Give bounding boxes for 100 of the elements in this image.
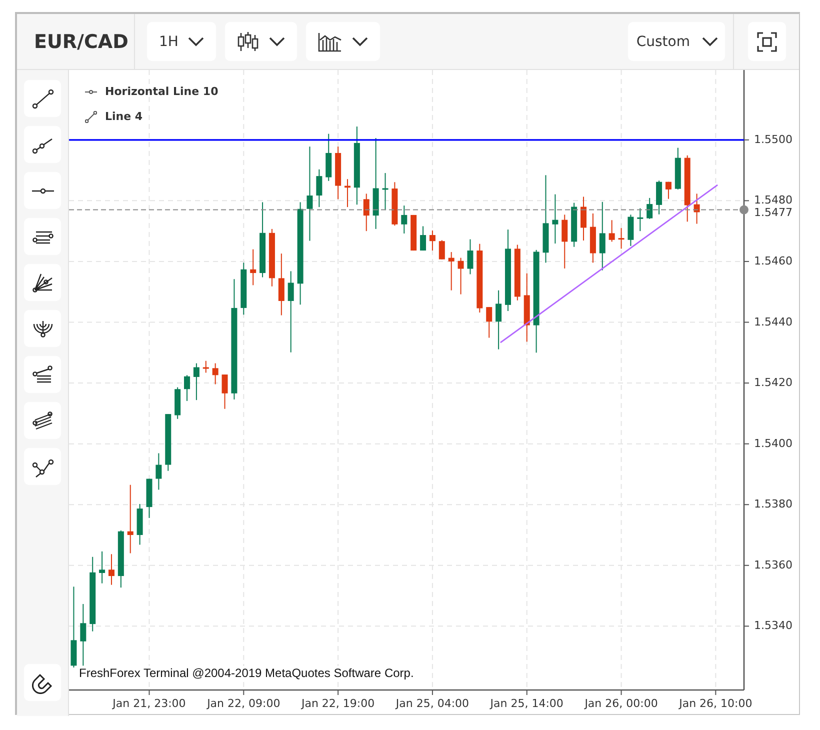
x-tick-label: Jan 26, 10:00: [679, 697, 752, 710]
bearish-candle: [108, 554, 114, 586]
bearish-candle: [127, 484, 134, 554]
fullscreen-button[interactable]: [748, 22, 786, 61]
bullish-candle: [184, 374, 190, 402]
y-tick-label: 1.5360: [754, 558, 792, 572]
y-tick-label: 1.5340: [754, 619, 792, 632]
x-tick-label: Jan 22, 09:00: [207, 697, 280, 710]
y-tick-label: 1.5440: [754, 315, 792, 328]
bullish-candle: [382, 172, 388, 211]
bearish-candle: [486, 306, 492, 338]
bearish-candle: [694, 193, 700, 224]
bearish-candle: [344, 178, 350, 208]
chart-type-dropdown[interactable]: [225, 22, 298, 61]
chevron-down-icon: [352, 36, 368, 46]
bearish-candle: [429, 230, 436, 252]
symbol-title: EUR/CAD: [34, 30, 128, 52]
hline-tool-button[interactable]: [24, 172, 61, 209]
chevron-down-icon: [188, 36, 204, 46]
chevron-down-icon: [702, 36, 718, 46]
x-tick-label: Jan 21, 23:00: [112, 697, 186, 710]
bearish-candle: [580, 196, 586, 241]
fan-tool-button[interactable]: [24, 264, 61, 301]
y-tick-label: 1.5500: [754, 132, 792, 146]
bearish-candle: [608, 220, 615, 242]
bearish-candle: [335, 146, 342, 200]
bullish-candle: [656, 180, 662, 215]
hline-tool-icon: [32, 188, 54, 194]
copyright-text: FreshForex Terminal @2004-2019 MetaQuotes Software Corp.: [79, 666, 414, 680]
bearish-candle: [524, 272, 530, 342]
bearish-candle: [438, 240, 445, 260]
bullish-candle: [174, 386, 181, 420]
arcs-tool-button[interactable]: [24, 310, 61, 347]
bullish-candle: [599, 201, 606, 271]
y-tick-label: 1.5480: [754, 194, 792, 207]
bullish-candle: [637, 208, 644, 232]
bullish-candle: [193, 362, 200, 401]
bullish-candle: [316, 168, 322, 208]
y-tick-label: 1.5380: [754, 498, 792, 511]
bullish-candle: [401, 205, 408, 234]
bearish-candle: [410, 214, 417, 252]
bullish-candle: [674, 147, 681, 190]
channel-tool-button[interactable]: [24, 218, 61, 255]
bullish-candle: [118, 530, 124, 588]
segment-tool-icon: [32, 88, 54, 110]
bullish-candle: [571, 202, 578, 248]
ray-tool-button[interactable]: [24, 126, 61, 163]
bullish-candle: [628, 214, 634, 246]
bullish-candle: [646, 197, 653, 220]
chevron-down-icon: [269, 36, 286, 46]
pitchfork-tool-button[interactable]: [24, 356, 61, 393]
bullish-candle: [240, 262, 247, 316]
bearish-candle: [250, 248, 256, 286]
y-tick-label: 1.5400: [754, 436, 792, 450]
bearish-candle: [392, 182, 398, 226]
bullish-candle: [467, 238, 474, 275]
candlestick-icon: [237, 32, 260, 52]
bar-chart-icon: [318, 32, 342, 52]
bullish-candle: [552, 194, 558, 244]
bearish-candle: [212, 362, 218, 385]
current-price-label: 1.5477: [754, 206, 792, 219]
bullish-candle: [326, 133, 332, 182]
bearish-candle: [684, 154, 690, 222]
x-tick-label: Jan 22, 19:00: [301, 697, 375, 710]
bearish-candle: [562, 214, 568, 269]
x-tick-label: Jan 26, 00:00: [584, 697, 658, 710]
x-tick-label: Jan 25, 14:00: [490, 697, 564, 710]
bearish-candle: [458, 257, 464, 295]
preset-dropdown[interactable]: Custom: [628, 22, 725, 61]
legend-label[interactable]: Horizontal Line 10: [105, 85, 218, 98]
horizontal-line-icon: [85, 90, 97, 94]
bullish-candle: [165, 414, 172, 472]
parallel-tool-icon: [32, 410, 54, 432]
bearish-candle: [202, 360, 209, 374]
bearish-candle: [618, 228, 624, 250]
bearish-candle: [514, 244, 520, 301]
legend-label[interactable]: Line 4: [105, 110, 143, 123]
segment-tool-button[interactable]: [24, 80, 61, 117]
timeframe-dropdown[interactable]: 1H: [147, 22, 216, 61]
parallel-tool-button[interactable]: [24, 402, 61, 439]
bearish-candle: [363, 193, 370, 232]
bullish-candle: [146, 478, 152, 518]
zigzag-tool-button[interactable]: [24, 448, 61, 485]
bearish-candle: [476, 243, 483, 314]
bearish-candle: [665, 181, 672, 200]
pitchfork-tool-icon: [32, 364, 54, 386]
bullish-candle: [80, 604, 86, 666]
bullish-candle: [156, 452, 162, 490]
bearish-candle: [222, 374, 228, 410]
trend-line-icon: [85, 110, 97, 122]
y-tick-label: 1.5460: [754, 254, 792, 268]
magnet-icon: [32, 672, 54, 694]
fullscreen-icon: [757, 32, 777, 52]
y-tick-label: 1.5420: [754, 376, 792, 390]
bearish-candle: [448, 252, 454, 291]
magnet-button[interactable]: [24, 664, 61, 701]
bullish-candle: [136, 504, 143, 546]
price-marker: [740, 205, 748, 214]
indicators-dropdown[interactable]: [306, 22, 380, 61]
bearish-candle: [590, 212, 596, 264]
